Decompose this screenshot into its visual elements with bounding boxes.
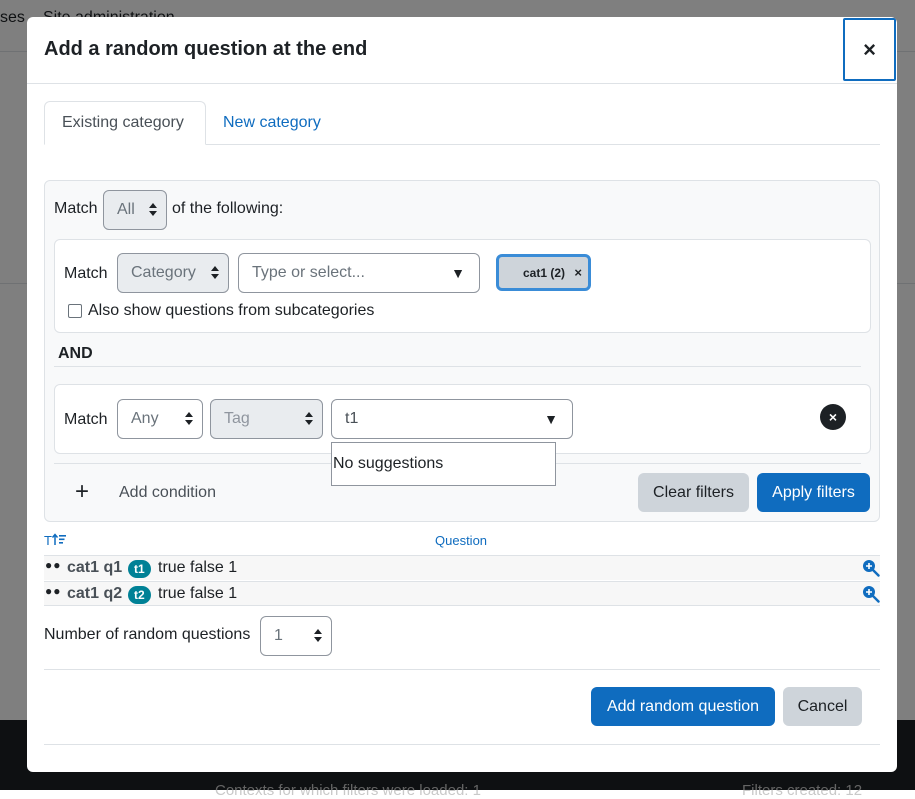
and-label: AND [58, 345, 93, 362]
number-random-label: Number of random questions [44, 626, 251, 643]
category-tabs: Existing category New category [44, 101, 880, 145]
clear-filters-button[interactable]: Clear filters [638, 473, 749, 512]
tag-type-select[interactable]: Tag [210, 399, 323, 439]
subcategories-checkbox[interactable] [68, 304, 82, 318]
dropdown-arrow-icon[interactable]: ▼ [544, 411, 558, 427]
add-condition-icon[interactable]: + [75, 478, 89, 506]
category-search-input[interactable]: Type or select... ▼ [238, 253, 480, 293]
question-tag-badge[interactable]: t1 [128, 560, 151, 578]
remove-condition-button[interactable]: × [820, 404, 846, 430]
close-button[interactable]: × [843, 18, 896, 81]
category-match-label: Match [64, 265, 108, 282]
question-name: cat1 q1 [67, 559, 123, 576]
subcategories-label: Also show questions from subcategories [88, 302, 375, 319]
table-row: ●● cat1 q1 t1 true false 1 [44, 555, 880, 580]
select-arrows-icon [149, 203, 157, 217]
condition-type-select[interactable]: Category [117, 253, 229, 293]
footer-divider-bottom [44, 744, 880, 745]
selected-category-chip[interactable]: cat1 (2) × [496, 254, 591, 291]
preview-zoom-icon[interactable] [862, 559, 880, 577]
match-label: Match [54, 200, 98, 217]
drag-handle-icon[interactable]: ●● [45, 584, 62, 598]
tag-type-value: Tag [224, 410, 250, 427]
no-suggestions-text: No suggestions [333, 455, 444, 472]
filter-panel: Match All of the following: Match Catego… [44, 180, 880, 522]
footer-divider-top [44, 669, 880, 670]
add-condition-label[interactable]: Add condition [119, 484, 216, 502]
question-tag-badge[interactable]: t2 [128, 586, 151, 604]
condition-type-value: Category [131, 264, 196, 281]
and-separator: AND [54, 344, 861, 367]
type-column-header[interactable]: T [44, 533, 66, 548]
of-following-label: of the following: [172, 200, 284, 217]
random-question-modal: Add a random question at the end × Exist… [27, 17, 897, 772]
question-text: true false 1 [158, 559, 238, 576]
category-search-placeholder: Type or select... [252, 264, 365, 281]
drag-handle-icon[interactable]: ●● [45, 558, 62, 572]
tag-match-label: Match [64, 411, 108, 428]
modal-header: Add a random question at the end × [27, 17, 897, 84]
apply-filters-button[interactable]: Apply filters [757, 473, 870, 512]
tag-join-select[interactable]: Any [117, 399, 203, 439]
cancel-button[interactable]: Cancel [783, 687, 862, 726]
category-condition: Match Category Type or select... ▼ cat1 … [54, 239, 871, 333]
number-random-select[interactable]: 1 [260, 616, 332, 656]
dropdown-arrow-icon[interactable]: ▼ [451, 265, 465, 281]
select-arrows-icon [314, 629, 322, 643]
tag-join-value: Any [131, 410, 159, 427]
question-text: true false 1 [158, 585, 238, 602]
tag-suggestions-dropdown: No suggestions [331, 442, 556, 486]
match-join-value: All [117, 201, 135, 218]
table-row: ●● cat1 q2 t2 true false 1 [44, 581, 880, 606]
tag-search-input[interactable]: t1 ▼ [331, 399, 573, 439]
question-name: cat1 q2 [67, 585, 123, 602]
question-column-header[interactable]: Question [435, 533, 487, 548]
preview-zoom-icon[interactable] [862, 585, 880, 603]
number-random-value: 1 [274, 627, 283, 644]
chip-remove-icon[interactable]: × [574, 265, 582, 280]
tag-search-value: t1 [345, 410, 359, 427]
chip-label: cat1 (2) [523, 265, 566, 280]
select-arrows-icon [305, 412, 313, 426]
select-arrows-icon [211, 266, 219, 280]
select-arrows-icon [185, 412, 193, 426]
type-column-label: T [44, 533, 52, 548]
match-join-select[interactable]: All [103, 190, 167, 230]
tab-new-category[interactable]: New category [206, 101, 338, 145]
tab-existing-category[interactable]: Existing category [44, 101, 206, 145]
modal-title: Add a random question at the end [44, 38, 368, 60]
add-random-question-button[interactable]: Add random question [591, 687, 775, 726]
sort-icon[interactable] [51, 533, 66, 546]
